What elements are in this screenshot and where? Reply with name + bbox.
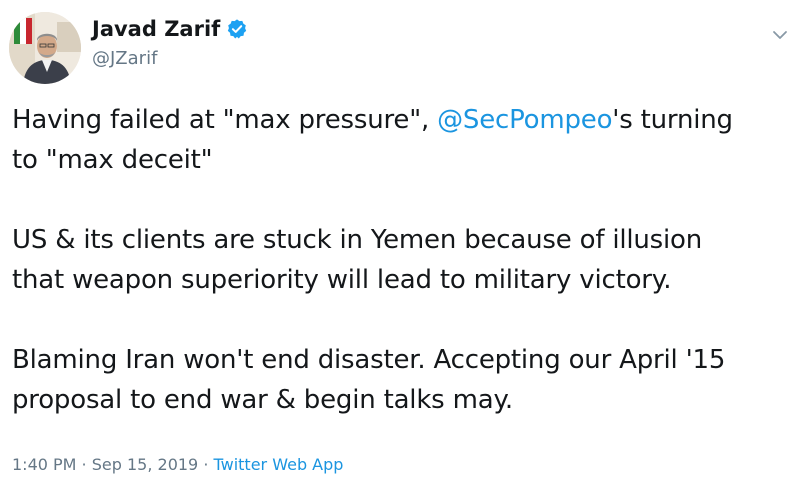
tweet-text-segment: to "max deceit" (12, 145, 213, 175)
tweet-source-link[interactable]: Twitter Web App (214, 455, 344, 474)
tweet-paragraph: US & its clients are stuck in Yemen beca… (12, 220, 787, 300)
author-handle[interactable]: @JZarif (92, 48, 157, 69)
tweet-card: Javad Zarif @JZarif Having failed at "ma… (0, 0, 800, 500)
tweet-date[interactable]: Sep 15, 2019 (92, 455, 199, 474)
tweet-text-segment: Having failed at "max pressure", (12, 105, 438, 135)
avatar[interactable] (9, 12, 81, 84)
meta-separator: · (76, 455, 92, 474)
author-name-text: Javad Zarif (92, 17, 221, 41)
tweet-paragraph: Having failed at "max pressure", @SecPom… (12, 100, 787, 180)
tweet-text-segment: 's turning (612, 105, 733, 135)
meta-separator: · (198, 455, 214, 474)
author-name[interactable]: Javad Zarif (92, 17, 248, 41)
chevron-down-icon[interactable] (772, 26, 788, 39)
tweet-time[interactable]: 1:40 PM (12, 455, 76, 474)
tweet-text-segment: proposal to end war & begin talks may. (12, 385, 513, 415)
tweet-text: Having failed at "max pressure", @SecPom… (12, 100, 787, 420)
tweet-text-segment: that weapon superiority will lead to mil… (12, 265, 672, 295)
tweet-paragraph: Blaming Iran won't end disaster. Accepti… (12, 340, 787, 420)
tweet-text-segment: Blaming Iran won't end disaster. Accepti… (12, 345, 726, 375)
tweet-meta: 1:40 PM · Sep 15, 2019 · Twitter Web App (12, 455, 343, 474)
mention-link[interactable]: @SecPompeo (437, 105, 612, 135)
tweet-text-segment: US & its clients are stuck in Yemen beca… (12, 225, 703, 255)
verified-badge-icon (226, 18, 248, 40)
profile-photo-avatar (9, 12, 81, 84)
